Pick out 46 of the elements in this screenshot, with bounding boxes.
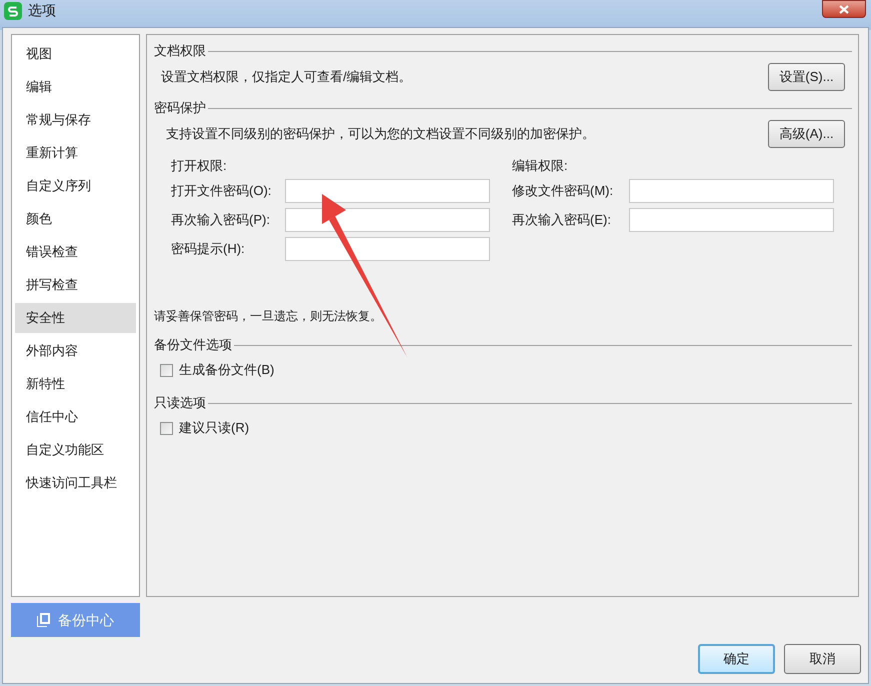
action-button[interactable]: 高级(A)... — [768, 120, 845, 148]
sidebar-item[interactable]: 错误检查 — [15, 237, 136, 267]
sidebar-item[interactable]: 外部内容 — [15, 336, 136, 366]
sidebar-item[interactable]: 信任中心 — [15, 402, 136, 432]
cancel-button[interactable]: 取消 — [784, 644, 861, 674]
sidebar-item[interactable]: 重新计算 — [15, 138, 136, 168]
group-label: 编辑权限: — [512, 157, 569, 175]
sidebar-item[interactable]: 拼写检查 — [15, 270, 136, 300]
checkbox-label: 建议只读(R) — [179, 419, 250, 438]
app-logo-icon — [4, 2, 22, 20]
password-field[interactable] — [285, 236, 490, 260]
action-button[interactable]: 设置(S)... — [768, 63, 845, 91]
checkbox[interactable] — [160, 364, 173, 376]
window-title: 选项 — [28, 0, 56, 20]
password-field[interactable] — [285, 208, 490, 232]
checkbox-label: 生成备份文件(B) — [179, 361, 274, 380]
description-text: 支持设置不同级别的密码保护，可以为您的文档设置不同级别的加密保护。 — [165, 125, 595, 144]
field-label: 密码提示(H): — [171, 240, 246, 258]
sidebar-item[interactable]: 自定义序列 — [15, 171, 136, 201]
close-button[interactable] — [822, 0, 866, 18]
sidebar-item[interactable]: 视图 — [15, 39, 136, 69]
description-text: 设置文档权限，仅指定人可查看/编辑文档。 — [160, 68, 412, 86]
sidebar-item[interactable]: 自定义功能区 — [15, 435, 136, 465]
password-field[interactable] — [285, 178, 490, 202]
password-field[interactable] — [629, 178, 834, 202]
sidebar-item[interactable]: 颜色 — [15, 204, 136, 234]
sidebar-item[interactable]: 安全性 — [15, 303, 136, 333]
field-label: 打开文件密码(O): — [171, 182, 272, 200]
sidebar-item[interactable]: 新特性 — [15, 369, 136, 399]
field-label: 再次输入密码(E): — [512, 210, 612, 229]
password-field[interactable] — [629, 208, 834, 232]
group-label: 打开权限: — [171, 157, 228, 175]
section-heading: 只读选项 — [154, 394, 207, 412]
close-icon — [839, 4, 849, 14]
ok-button[interactable]: 确定 — [698, 644, 775, 674]
section-heading: 备份文件选项 — [154, 336, 233, 354]
sidebar-item[interactable]: 编辑 — [15, 72, 136, 102]
sidebar-item[interactable]: 常规与保存 — [15, 105, 136, 135]
sidebar-item[interactable]: 快速访问工具栏 — [15, 468, 136, 498]
field-label: 再次输入密码(P): — [171, 210, 271, 229]
checkbox[interactable] — [160, 422, 173, 434]
warning-text: 请妥善保管密码，一旦遗忘，则无法恢复。 — [154, 308, 383, 325]
field-label: 修改文件密码(M): — [512, 182, 614, 200]
section-heading: 文档权限 — [154, 42, 207, 60]
section-heading: 密码保护 — [154, 99, 207, 118]
document-icon — [37, 613, 50, 627]
